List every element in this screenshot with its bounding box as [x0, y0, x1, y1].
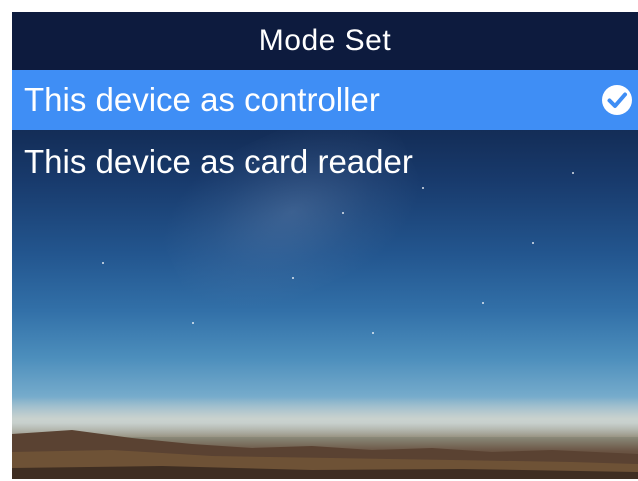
star [372, 332, 374, 334]
wallpaper-mountains [12, 430, 638, 479]
star [482, 302, 484, 304]
star [292, 277, 294, 279]
star [532, 242, 534, 244]
device-frame: Mode Set This device as controller This … [0, 0, 638, 481]
star [192, 322, 194, 324]
menu-item-label: This device as controller [24, 81, 380, 118]
checkmark-circle-icon [602, 85, 632, 115]
page-title: Mode Set [258, 24, 392, 57]
title-bar: Mode Set [12, 12, 638, 70]
menu-item-controller[interactable]: This device as controller [12, 70, 638, 130]
menu-item-label: This device as card reader [24, 143, 413, 180]
device-screen: Mode Set This device as controller This … [12, 12, 638, 479]
menu-item-card-reader[interactable]: This device as card reader [12, 132, 638, 192]
star [342, 212, 344, 214]
star [102, 262, 104, 264]
